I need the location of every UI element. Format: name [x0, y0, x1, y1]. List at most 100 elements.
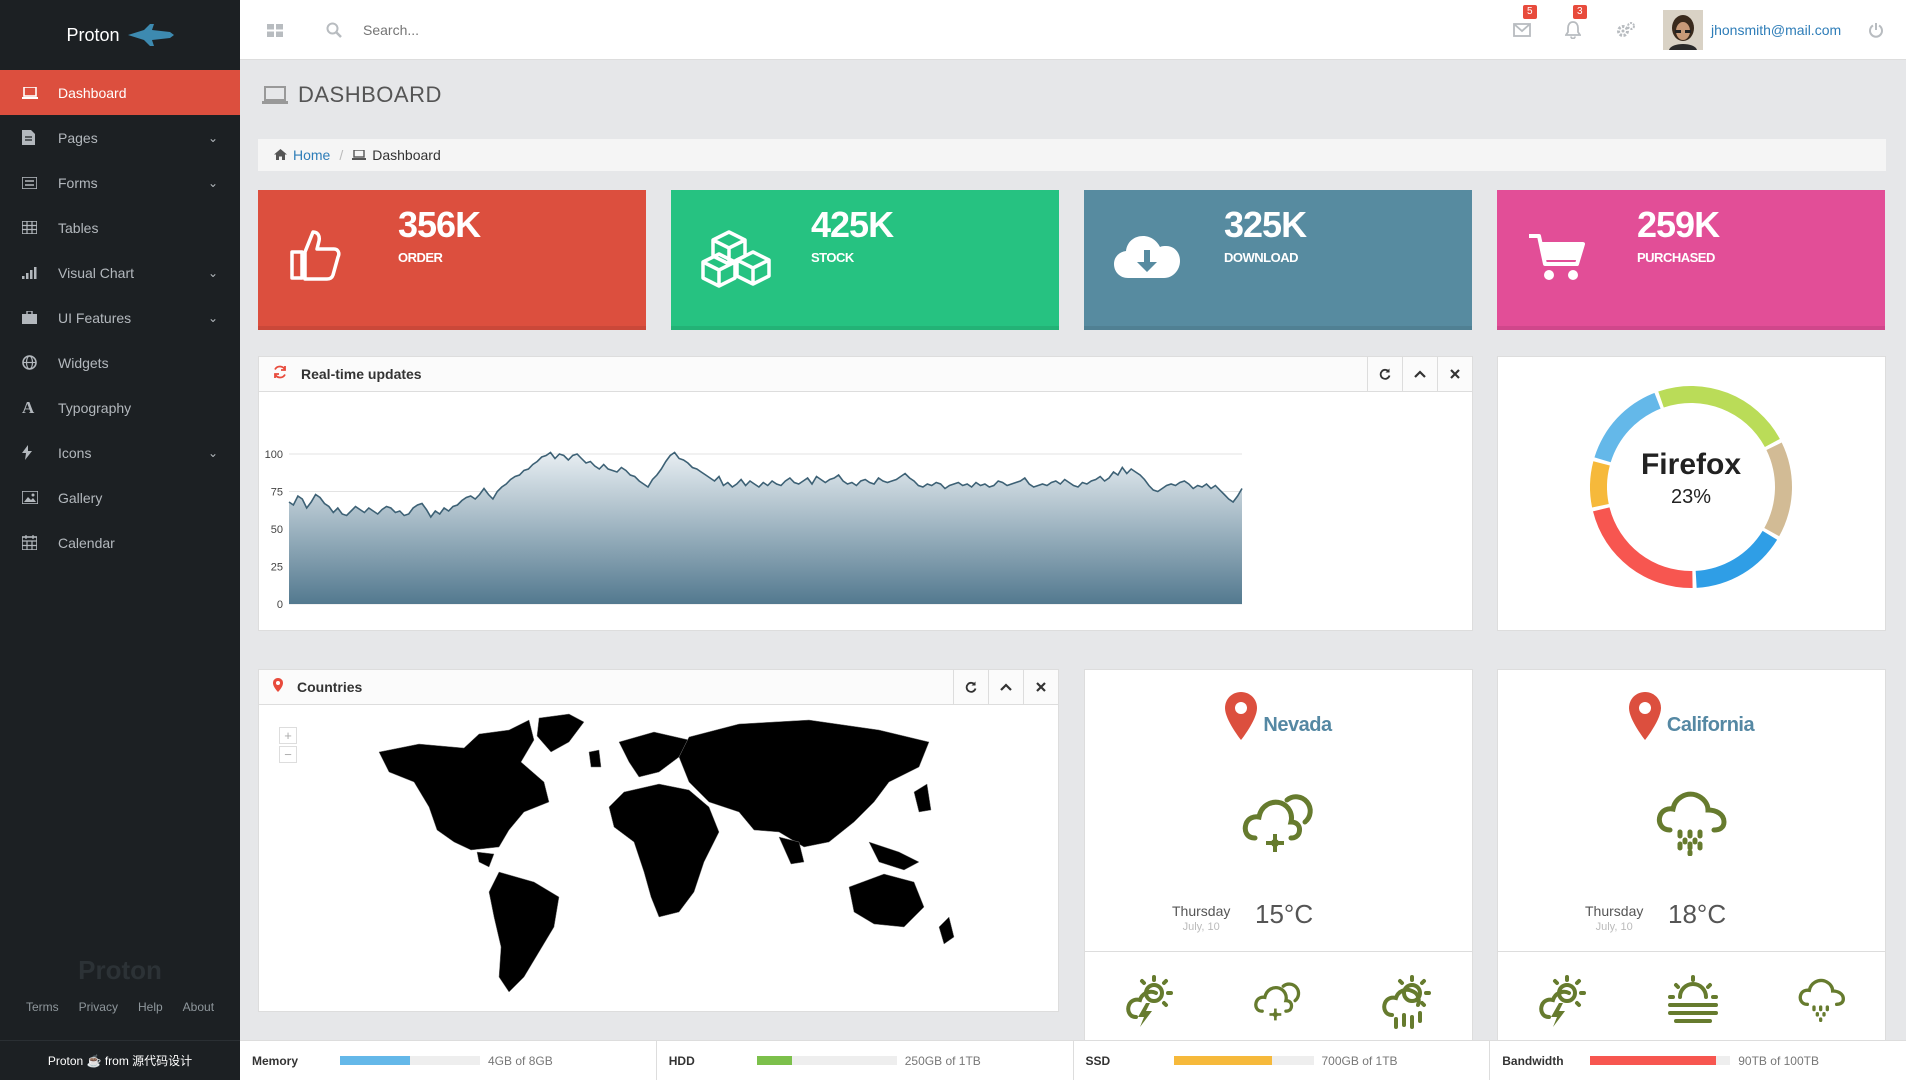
- sidebar-item-dashboard[interactable]: Dashboard: [0, 70, 240, 115]
- status-label: Bandwidth: [1502, 1053, 1564, 1068]
- bar-chart-icon: [22, 266, 58, 279]
- sidebar-item-label: Gallery: [58, 489, 103, 506]
- bell-icon: [1565, 21, 1581, 39]
- status-progress: [756, 1056, 897, 1065]
- close-button[interactable]: [1023, 670, 1058, 704]
- laptop-icon: [22, 86, 58, 99]
- cloud-drizzle-icon: [1798, 978, 1846, 1022]
- donut-slice[interactable]: [1590, 461, 1610, 508]
- brand-logo[interactable]: Proton: [0, 0, 240, 70]
- collapse-button[interactable]: [1402, 357, 1437, 391]
- world-map[interactable]: [359, 712, 959, 1002]
- coffee-icon: ☕: [86, 1054, 102, 1068]
- sidebar-item-widgets[interactable]: Widgets: [0, 340, 240, 385]
- sidebar-item-forms[interactable]: Forms ⌄: [0, 160, 240, 205]
- sidebar-item-label: UI Features: [58, 309, 132, 326]
- footer-logo: Proton: [78, 955, 162, 985]
- status-progress: [1590, 1056, 1731, 1065]
- topbar: 5 3 jhonsmith@mail.com: [240, 0, 1906, 60]
- sidebar-item-typography[interactable]: A Typography: [0, 385, 240, 430]
- refresh-icon: [1379, 368, 1391, 380]
- status-hdd: HDD 250GB of 1TB: [657, 1041, 1074, 1080]
- status-progress: [1173, 1056, 1314, 1065]
- cloud-sun-snow-icon: [1085, 788, 1472, 859]
- avatar[interactable]: [1663, 0, 1703, 60]
- status-label: SSD: [1085, 1053, 1111, 1068]
- stat-card-download[interactable]: 325K DOWNLOAD: [1084, 190, 1472, 330]
- stat-card-purchased[interactable]: 259K PURCHASED: [1497, 190, 1885, 330]
- cogs-icon[interactable]: [1616, 0, 1636, 60]
- sidebar-item-label: Tables: [58, 219, 99, 236]
- sidebar-item-label: Dashboard: [58, 84, 127, 101]
- sidebar-item-tables[interactable]: Tables: [0, 205, 240, 250]
- forecast-row: [1085, 975, 1472, 1029]
- sidebar-item-label: Widgets: [58, 354, 109, 371]
- search-input[interactable]: [363, 22, 563, 38]
- y-tick-label: 75: [271, 487, 283, 499]
- font-icon: A: [22, 397, 35, 417]
- breadcrumb-home[interactable]: Home: [293, 147, 330, 163]
- refresh-button[interactable]: [1367, 357, 1402, 391]
- stat-label: PURCHASED: [1637, 250, 1715, 265]
- chevron-down-icon: ⌄: [207, 310, 218, 325]
- sidebar-item-label: Pages: [58, 129, 98, 146]
- stat-card-stock[interactable]: 425K STOCK: [671, 190, 1059, 330]
- sidebar-item-ui-features[interactable]: UI Features ⌄: [0, 295, 240, 340]
- weather-temperature: 15°C: [1255, 899, 1314, 929]
- search-icon[interactable]: [326, 0, 342, 60]
- sidebar-item-gallery[interactable]: Gallery: [0, 475, 240, 520]
- donut-slice[interactable]: [1695, 530, 1778, 588]
- sidebar-item-icons[interactable]: Icons ⌄: [0, 430, 240, 475]
- sidebar-item-label: Calendar: [58, 534, 115, 551]
- status-progress-fill: [1173, 1056, 1272, 1065]
- footer-link-privacy[interactable]: Privacy: [79, 1000, 118, 1014]
- breadcrumb-current: Dashboard: [372, 147, 441, 163]
- footer-link-help[interactable]: Help: [138, 1000, 163, 1014]
- sidebar-item-visual-chart[interactable]: Visual Chart ⌄: [0, 250, 240, 295]
- chevron-down-icon: ⌄: [207, 130, 218, 145]
- donut-slice[interactable]: [1592, 507, 1693, 588]
- footer-link-terms[interactable]: Terms: [26, 1000, 59, 1014]
- close-button[interactable]: [1437, 357, 1472, 391]
- stat-card-order[interactable]: 356K ORDER: [258, 190, 646, 330]
- mail-button[interactable]: 5: [1513, 0, 1537, 60]
- refresh-button[interactable]: [953, 670, 988, 704]
- donut-slice[interactable]: [1764, 442, 1792, 537]
- refresh-icon: [273, 365, 287, 384]
- stat-label: STOCK: [811, 250, 854, 265]
- donut-slice[interactable]: [1658, 386, 1780, 448]
- footer-link-about[interactable]: About: [183, 1000, 214, 1014]
- weather-day: Thursday: [1585, 903, 1644, 919]
- panel-header: Countries: [259, 670, 1058, 705]
- breadcrumb-separator: /: [339, 147, 344, 163]
- notifications-button[interactable]: 3: [1565, 0, 1587, 60]
- laptop-icon: [352, 147, 367, 163]
- power-icon[interactable]: [1868, 0, 1884, 60]
- page-header: DASHBOARD: [262, 82, 442, 108]
- y-tick-label: 100: [265, 449, 283, 461]
- close-icon: [1450, 369, 1460, 379]
- calendar-icon: [22, 535, 58, 550]
- envelope-icon: [1513, 23, 1531, 37]
- status-progress-fill: [756, 1056, 792, 1065]
- weather-date: July, 10: [1595, 921, 1633, 933]
- sidebar-item-calendar[interactable]: Calendar: [0, 520, 240, 565]
- sidebar-footer: Proton Terms Privacy Help About Proton ☕…: [0, 955, 240, 1080]
- grid-menu-icon[interactable]: [267, 0, 283, 60]
- cubes-icon: [701, 228, 781, 293]
- status-progress: [340, 1056, 480, 1065]
- sun-fog-icon: [1668, 975, 1719, 1023]
- browser-donut-chart: Firefox 23%: [1590, 386, 1792, 588]
- collapse-button[interactable]: [988, 670, 1023, 704]
- status-ssd: SSD 700GB of 1TB: [1074, 1041, 1491, 1080]
- zoom-out-button[interactable]: −: [279, 746, 297, 763]
- cloud-sun-snow-icon: [1253, 982, 1300, 1021]
- cloud-download-icon: [1114, 234, 1180, 283]
- zoom-in-button[interactable]: +: [279, 727, 297, 744]
- main-content: DASHBOARD Home / Dashboard 356K ORDER 42…: [258, 60, 1886, 1040]
- user-email[interactable]: jhonsmith@mail.com: [1711, 22, 1841, 38]
- sun-rain-icon: [1381, 975, 1431, 1029]
- map-marker-icon: [273, 677, 283, 697]
- sidebar-item-label: Visual Chart: [58, 264, 135, 281]
- sidebar-item-pages[interactable]: Pages ⌄: [0, 115, 240, 160]
